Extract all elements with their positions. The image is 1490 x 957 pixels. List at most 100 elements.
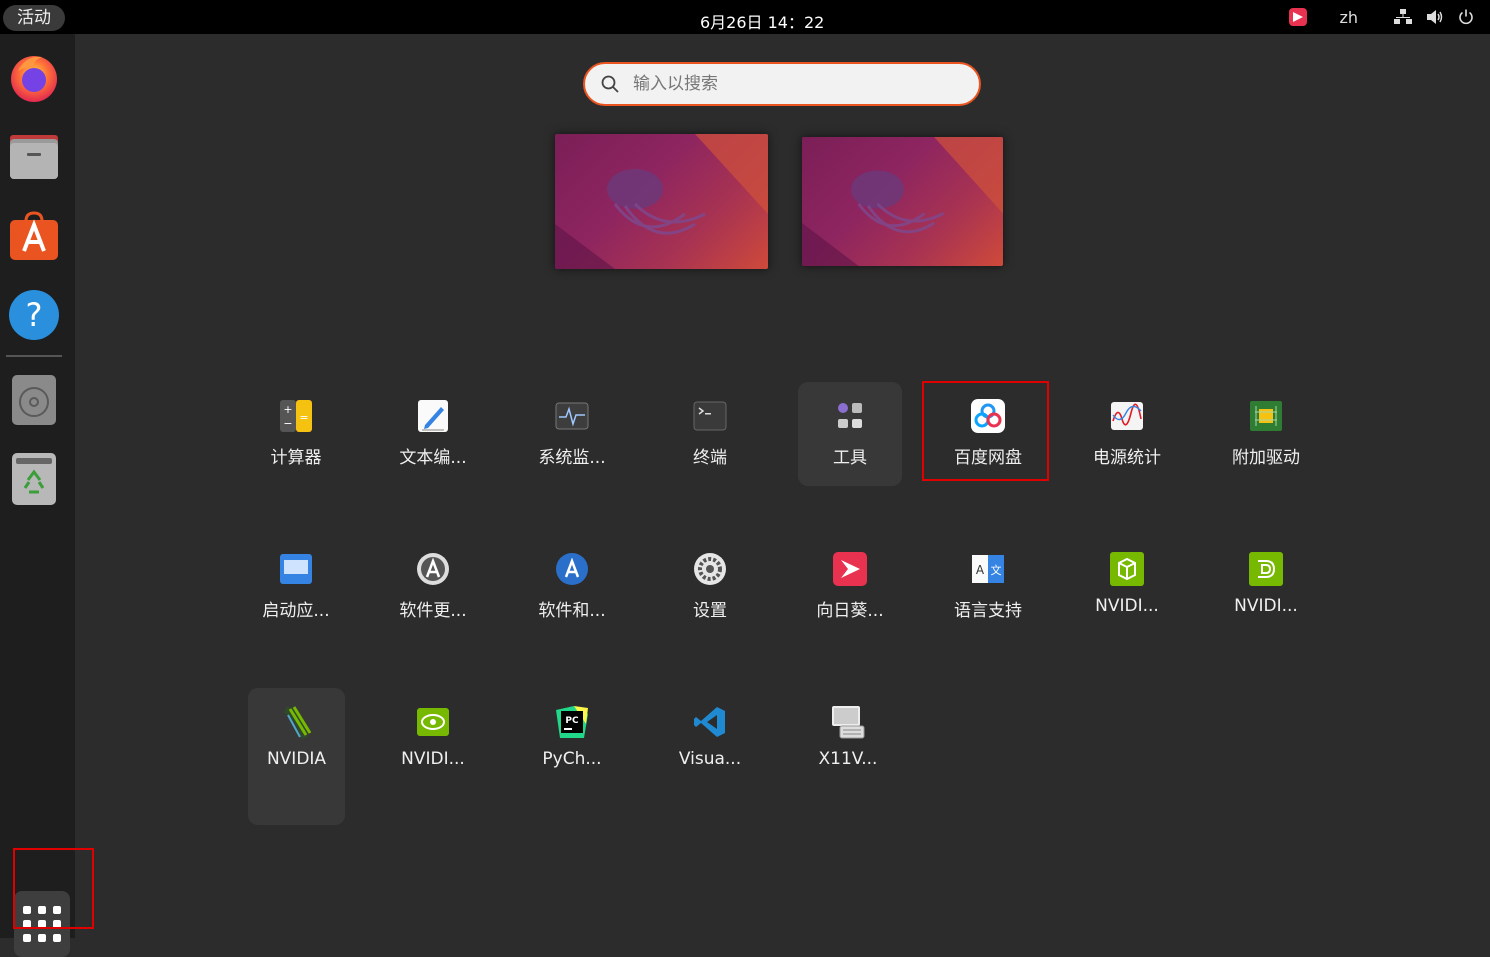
app-label: Visua...	[678, 749, 742, 769]
baidu-netdisk-icon	[970, 398, 1006, 434]
grid-icon	[53, 934, 61, 942]
language-support-icon: A文	[970, 551, 1006, 587]
search-icon	[601, 75, 619, 93]
app-language-support[interactable]: A文 语言支持	[936, 535, 1040, 639]
nvidia-icon	[1248, 551, 1284, 587]
app-label: 文本编...	[399, 448, 467, 468]
clock[interactable]: 6月26日 14：22	[700, 9, 880, 33]
grid-icon	[53, 906, 61, 914]
calculator-icon: + − =	[278, 398, 314, 434]
software-launcher[interactable]	[6, 207, 62, 263]
activities-button[interactable]: 活动	[3, 5, 65, 31]
workspace-thumbnail-2[interactable]	[802, 137, 1003, 266]
app-additional-drivers[interactable]: 附加驱动	[1214, 382, 1318, 486]
app-text-editor[interactable]: 文本编...	[381, 382, 485, 486]
nvidia-icon	[415, 704, 451, 740]
trash-launcher[interactable]	[6, 451, 62, 507]
app-startup-applications[interactable]: 启动应...	[244, 535, 348, 639]
app-folder-utilities[interactable]: 工具	[798, 382, 902, 486]
grid-icon	[38, 906, 46, 914]
text-editor-icon	[415, 398, 451, 434]
app-sunlogin[interactable]: 向日葵...	[798, 535, 902, 639]
app-label: 软件和...	[538, 601, 606, 621]
files-icon	[10, 135, 58, 179]
power-statistics-icon	[1109, 398, 1145, 434]
software-sources-icon	[554, 551, 590, 587]
app-system-monitor[interactable]: 系统监...	[520, 382, 624, 486]
workspace-thumbnail-1[interactable]	[555, 134, 768, 269]
volume-icon[interactable]	[1426, 9, 1444, 25]
app-label: NVIDI...	[401, 749, 465, 769]
vscode-icon	[692, 704, 728, 740]
app-folder-nvidia[interactable]: NVIDIA	[248, 688, 345, 825]
app-label: PyCh...	[542, 749, 602, 769]
app-label: 计算器	[270, 448, 322, 468]
app-vscode[interactable]: Visua...	[658, 688, 762, 792]
help-launcher[interactable]: ?	[6, 287, 62, 343]
svg-text:−: −	[283, 417, 292, 430]
wallpaper-image	[555, 134, 768, 269]
firefox-icon	[11, 56, 57, 102]
svg-text:PC: PC	[565, 716, 579, 726]
app-terminal[interactable]: 终端	[658, 382, 762, 486]
app-label: 启动应...	[262, 601, 330, 621]
app-label: 终端	[693, 448, 727, 468]
input-language[interactable]: zh	[1339, 8, 1358, 27]
grid-icon	[23, 906, 31, 914]
app-calculator[interactable]: + − = 计算器	[244, 382, 348, 486]
svg-text:+: +	[283, 403, 292, 416]
app-label: NVIDI...	[1095, 596, 1159, 616]
dock-separator	[6, 355, 62, 357]
search-bar[interactable]	[583, 62, 981, 106]
app-label: 向日葵...	[816, 601, 884, 621]
app-label: 系统监...	[538, 448, 606, 468]
files-launcher[interactable]	[6, 129, 62, 185]
settings-icon	[692, 551, 728, 587]
pycharm-icon: PC	[554, 704, 590, 740]
network-icon[interactable]	[1394, 9, 1412, 25]
power-icon[interactable]	[1458, 9, 1474, 25]
utilities-folder-icon	[832, 398, 868, 434]
software-updater-icon	[415, 551, 451, 587]
app-label: 设置	[693, 601, 727, 621]
app-label: 语言支持	[954, 601, 1022, 621]
svg-text:=: =	[299, 411, 308, 424]
app-label: NVIDIA	[266, 749, 327, 769]
app-baidu-netdisk[interactable]: 百度网盘	[936, 382, 1040, 486]
disk-icon	[12, 375, 56, 425]
app-pycharm[interactable]: PC PyCh...	[520, 688, 624, 792]
svg-text:文: 文	[991, 563, 1002, 577]
app-label: 附加驱动	[1232, 448, 1300, 468]
app-label: 软件更...	[399, 601, 467, 621]
top-bar: 活动 6月26日 14：22 zh	[0, 0, 1490, 34]
dock: ?	[0, 34, 75, 957]
app-nvidia-2[interactable]: NVIDI...	[1214, 535, 1318, 639]
app-nvidia-1[interactable]: NVIDI...	[1075, 535, 1179, 639]
app-x11vnc[interactable]: X11V...	[796, 688, 900, 792]
terminal-icon	[692, 398, 728, 434]
show-applications-button[interactable]	[14, 891, 70, 957]
search-input[interactable]	[631, 73, 955, 95]
system-tray[interactable]: zh	[1289, 6, 1474, 28]
app-label: 工具	[833, 448, 867, 468]
app-label: 百度网盘	[954, 448, 1022, 468]
nvidia-icon	[1109, 551, 1145, 587]
system-monitor-icon	[554, 398, 590, 434]
software-icon	[10, 211, 58, 260]
app-software-updater[interactable]: 软件更...	[381, 535, 485, 639]
app-software-properties[interactable]: 软件和...	[520, 535, 624, 639]
additional-drivers-icon	[1248, 398, 1284, 434]
trash-icon	[12, 453, 56, 505]
svg-text:?: ?	[26, 296, 43, 334]
app-nvidia-3[interactable]: NVIDI...	[381, 688, 485, 792]
svg-text:A: A	[976, 563, 985, 577]
app-settings[interactable]: 设置	[658, 535, 762, 639]
grid-icon	[23, 920, 31, 928]
sunlogin-icon[interactable]	[1289, 8, 1308, 26]
disk-launcher[interactable]	[6, 372, 62, 428]
firefox-launcher[interactable]	[6, 49, 62, 105]
startup-apps-icon	[278, 551, 314, 587]
app-label: 电源统计	[1093, 448, 1161, 468]
app-label: X11V...	[818, 749, 878, 769]
app-power-statistics[interactable]: 电源统计	[1075, 382, 1179, 486]
